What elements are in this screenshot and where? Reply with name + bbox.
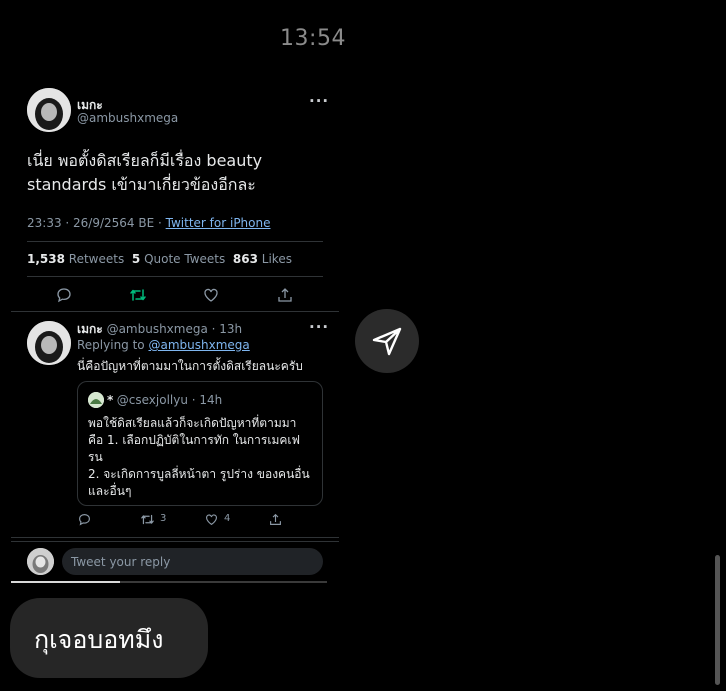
divider [27,276,323,277]
display-name[interactable]: เมกะ [77,322,103,336]
quote-handle: @csexjollyu · 14h [116,393,223,407]
reply-text: นี่คือปัญหาที่ตามมาในการตั้งดิสเรียลนะคร… [77,359,303,373]
quotes-count[interactable]: 5 [132,252,140,266]
share-icon[interactable] [267,511,283,527]
more-options-icon[interactable]: ··· [309,318,329,336]
avatar [88,392,104,408]
quote-text: พอใช้ดิสเรียลแล้วก็จะเกิดปัญหาที่ตามมา ค… [88,415,316,500]
replying-to-link[interactable]: @ambushxmega [148,338,249,352]
more-options-icon[interactable]: ··· [309,92,329,110]
retweet-icon[interactable] [128,285,148,305]
share-icon[interactable] [275,285,295,305]
like-icon[interactable] [203,511,219,527]
avatar[interactable] [27,88,71,132]
retweet-icon[interactable] [139,511,155,527]
replying-to: Replying to @ambushxmega [77,338,250,352]
tweet-stats: 1,538 Retweets 5 Quote Tweets 863 Likes [27,252,292,266]
quote-header: * @csexjollyu · 14h [107,393,222,407]
tweet-timestamp: 23:33 · 26/9/2564 BE · Twitter for iPhon… [27,216,271,230]
divider [11,537,339,538]
retweet-count: 3 [160,513,167,524]
like-count: 4 [224,513,231,524]
progress-fill [11,581,120,583]
quote-display-name: * [107,393,114,407]
likes-label[interactable]: Likes [262,252,292,266]
source-link[interactable]: Twitter for iPhone [166,216,271,230]
quoted-tweet[interactable]: * @csexjollyu · 14h พอใช้ดิสเรียลแล้วก็จ… [77,381,323,506]
reply-icon[interactable] [76,511,92,527]
divider [11,541,339,542]
send-button[interactable] [355,309,419,373]
likes-count[interactable]: 863 [233,252,258,266]
retweets-label[interactable]: Retweets [69,252,124,266]
quote-line: 2. จะเกิดการบูลลี่หน้าตา รูปร่าง ของคนอื… [88,467,310,481]
quote-line: และอื่นๆ [88,484,132,498]
divider [11,311,339,312]
send-icon [372,327,402,356]
user-handle[interactable]: @ambushxmega [77,111,178,125]
divider [27,241,323,242]
message-bubble: กุเจอบอทมึง [10,598,208,678]
reply-placeholder: Tweet your reply [71,555,171,569]
reply-icon[interactable] [54,285,74,305]
reply-input[interactable]: Tweet your reply [62,548,323,575]
quotes-label[interactable]: Quote Tweets [144,252,225,266]
user-handle[interactable]: @ambushxmega · 13h [107,322,243,336]
quote-line: คือ 1. เลือกปฏิบัติในการทัก ในการเมคเฟ [88,433,300,447]
status-time: 13:54 [280,26,346,51]
avatar [27,548,54,575]
quote-line: พอใช้ดิสเรียลแล้วก็จะเกิดปัญหาที่ตามมา [88,416,297,430]
tweet-text-line: เนี่ย พอตั้งดิสเรียลก็มีเรื่อง beauty [27,151,263,170]
tweet-text-line: standards เข้ามาเกี่ยวข้องอีกละ [27,175,256,194]
reply-header: เมกะ @ambushxmega · 13h [77,320,242,339]
retweets-count[interactable]: 1,538 [27,252,65,266]
quote-line: รน [88,450,103,464]
message-text: กุเจอบอทมึง [34,625,164,654]
avatar[interactable] [27,321,71,365]
timestamp-text: 23:33 · 26/9/2564 BE · [27,216,166,230]
replying-prefix: Replying to [77,338,145,352]
tweet-text: เนี่ย พอตั้งดิสเรียลก็มีเรื่อง beauty st… [27,149,327,197]
scrollbar[interactable] [715,555,720,685]
like-icon[interactable] [201,285,221,305]
